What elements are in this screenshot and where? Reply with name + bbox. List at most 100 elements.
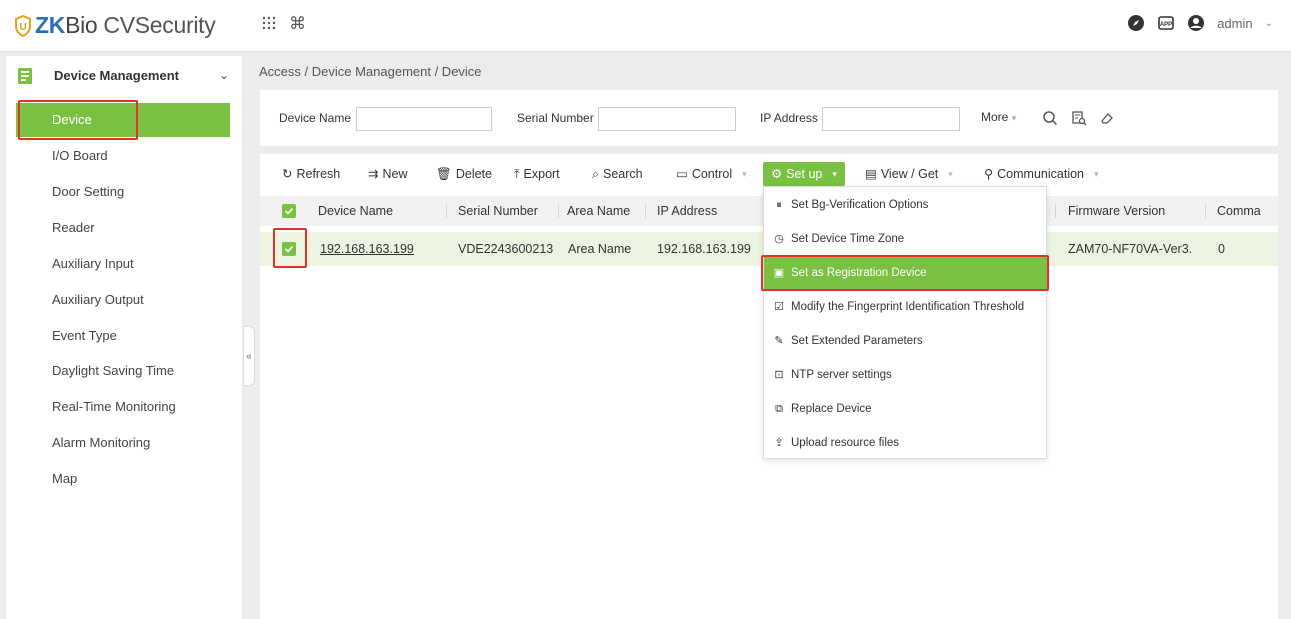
column-divider [1055,204,1056,218]
sidebar-module-header[interactable]: Device Management ⌄ [6,56,242,96]
serial-number-cell: VDE2243600213 [458,232,561,266]
refresh-button[interactable]: ↻Refresh [282,162,340,186]
device-name-input[interactable] [356,107,492,131]
search-label: Search [603,162,643,186]
serial-number-label: Serial Number [517,111,594,125]
extended-parameters-icon: ✎ [772,334,786,348]
setup-label: Set up [786,162,822,186]
fingerprint-threshold-icon: ☑ [772,300,786,314]
sidebar-module-title: Device Management [54,68,179,83]
control-dropdown[interactable]: ▭Control▾ [676,162,747,186]
header-actions: APP admin ⌄ [1127,14,1273,32]
sidebar-item-auxiliary-input[interactable]: Auxiliary Input [6,247,242,281]
menu-item-upload-resource-files[interactable]: ⇪Upload resource files [764,426,1048,460]
clear-eraser-icon[interactable] [1096,107,1118,129]
chevron-down-icon: ▾ [1094,162,1099,186]
menu-item-bg-verification[interactable]: ⏸Set Bg-Verification Options [764,188,1048,222]
new-button[interactable]: ⇉New [368,162,408,186]
sidebar-item-door-setting[interactable]: Door Setting [6,175,242,209]
column-divider [558,204,559,218]
sidebar-item-label: I/O Board [52,148,108,163]
sidebar-item-io-board[interactable]: I/O Board [6,139,242,173]
menu-item-registration-device[interactable]: ▣Set as Registration Device [764,256,1048,290]
sidebar-item-real-time-monitoring[interactable]: Real-Time Monitoring [6,390,242,424]
app-download-icon[interactable]: APP [1157,14,1175,32]
command-icon[interactable]: ⌘ [289,14,306,34]
menu-item-label: Modify the Fingerprint Identification Th… [791,290,1024,324]
chevron-down-icon[interactable]: ⌄ [1265,18,1273,29]
menu-item-device-time-zone[interactable]: ◷ Set Device Time Zone [764,222,1048,256]
column-header-ip-address[interactable]: IP Address [657,196,717,226]
delete-label: Delete [456,162,492,186]
menu-item-label: Set Device Time Zone [791,222,904,256]
control-label: Control [692,162,732,186]
gear-icon: ⚙ [771,162,782,186]
sidebar-item-label: Event Type [52,328,117,343]
time-zone-icon: ◷ [772,232,786,246]
view-get-label: View / Get [881,162,938,186]
communication-dropdown[interactable]: ⚲Communication▾ [984,162,1099,186]
menu-item-label: Set Extended Parameters [791,324,923,358]
setup-dropdown[interactable]: ⚙Set up▾ [763,162,845,186]
sidebar-item-label: Map [52,471,77,486]
replace-device-icon: ⧉ [772,402,786,416]
serial-number-input[interactable] [598,107,736,131]
delete-button[interactable]: 🗑Delete [436,162,492,186]
device-name-link[interactable]: 192.168.163.199 [320,232,414,266]
apps-grid-icon[interactable] [262,16,276,35]
column-divider [1205,204,1206,218]
column-divider [446,204,447,218]
export-button[interactable]: ⤒Export [514,162,560,186]
sidebar-collapse-toggle[interactable]: « [243,326,255,386]
search-button[interactable]: ⌕Search [592,162,643,186]
menu-item-fingerprint-threshold[interactable]: ☑ Modify the Fingerprint Identification T… [764,290,1048,324]
area-name-cell: Area Name [568,232,631,266]
user-name[interactable]: admin [1217,16,1252,31]
menu-item-label: Set as Registration Device [791,256,927,290]
sidebar-item-auxiliary-output[interactable]: Auxiliary Output [6,283,242,317]
column-header-commands[interactable]: Comma [1217,196,1278,226]
ip-address-input[interactable] [822,107,960,131]
row-checkbox[interactable] [282,242,296,256]
sidebar-item-reader[interactable]: Reader [6,211,242,245]
column-header-device-name[interactable]: Device Name [318,196,393,226]
column-header-serial-number[interactable]: Serial Number [458,196,538,226]
monitor-icon: ▭ [676,162,688,186]
logo-product: CVSecurity [103,12,215,39]
user-circle-icon[interactable] [1187,14,1205,32]
menu-item-replace-device[interactable]: ⧉Replace Device [764,392,1048,426]
sidebar-item-map[interactable]: Map [6,462,242,496]
chevron-down-icon[interactable]: ⌄ [219,68,229,82]
sidebar-item-event-type[interactable]: Event Type [6,319,242,353]
commands-cell: 0 [1218,232,1225,266]
view-get-dropdown[interactable]: ▤View / Get▾ [865,162,953,186]
trash-icon: 🗑 [436,162,452,186]
sidebar-item-daylight-saving-time[interactable]: Daylight Saving Time [6,354,242,388]
sidebar-item-label: Door Setting [52,184,124,199]
top-header: U ZKBio CVSecurity ⌘ APP admin ⌄ [0,0,1291,52]
bg-verification-icon: ⏸ [772,198,786,212]
compass-icon[interactable] [1127,14,1145,32]
column-header-area-name[interactable]: Area Name [567,196,630,226]
sidebar-item-device[interactable]: Device [16,103,230,137]
ntp-server-icon: ⊡ [772,368,786,382]
sidebar-item-label: Real-Time Monitoring [52,399,176,414]
app-logo[interactable]: U ZKBio CVSecurity [14,12,215,39]
advanced-search-icon[interactable] [1068,107,1090,129]
menu-item-extended-parameters[interactable]: ✎ Set Extended Parameters [764,324,1048,358]
refresh-icon: ↻ [282,162,292,186]
new-label: New [382,162,407,186]
menu-item-ntp-server[interactable]: ⊡NTP server settings [764,358,1048,392]
column-header-firmware-version[interactable]: Firmware Version [1068,196,1165,226]
breadcrumb: Access / Device Management / Device [259,64,482,79]
communication-icon: ⚲ [984,162,993,186]
sidebar-item-label: Alarm Monitoring [52,435,150,450]
select-all-checkbox[interactable] [282,204,296,218]
more-filters-toggle[interactable]: More ▾ [981,110,1016,124]
add-list-icon: ⇉ [368,162,378,186]
export-label: Export [524,162,560,186]
sidebar-item-alarm-monitoring[interactable]: Alarm Monitoring [6,426,242,460]
logo-brand-zk: ZK [35,12,65,39]
search-icon[interactable] [1039,107,1061,129]
device-management-icon [18,68,32,84]
